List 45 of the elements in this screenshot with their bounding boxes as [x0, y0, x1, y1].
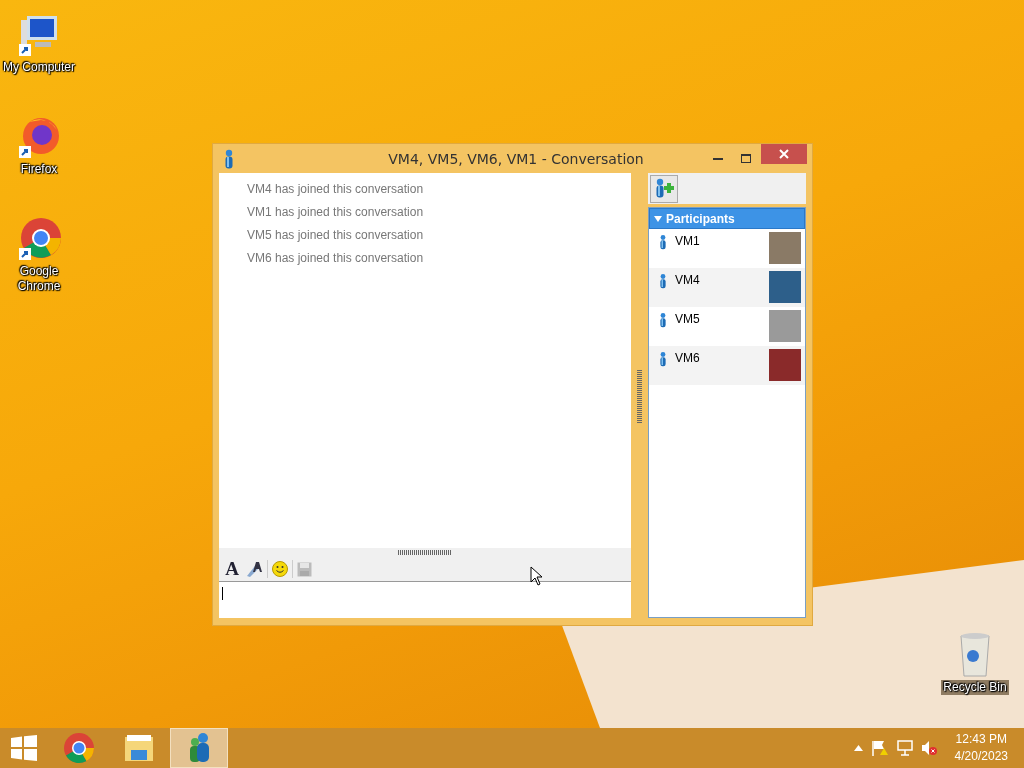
- system-message: VM5 has joined this conversation: [247, 228, 425, 243]
- speaker-muted-icon[interactable]: [920, 740, 937, 756]
- participants-header[interactable]: Participants: [649, 208, 805, 229]
- splitter-handle[interactable]: [398, 550, 452, 555]
- pen-icon[interactable]: [245, 560, 263, 578]
- smiley-icon[interactable]: [272, 561, 288, 577]
- close-button[interactable]: [761, 144, 807, 164]
- windows-logo-icon: [11, 735, 37, 761]
- participant-name: VM1: [675, 234, 701, 248]
- font-button[interactable]: A: [223, 559, 241, 579]
- desktop-icon-label[interactable]: Recycle Bin: [941, 680, 1009, 695]
- photo-placeholder: [769, 271, 801, 303]
- clock-time[interactable]: 12:43 PM: [955, 731, 1007, 748]
- window-title: VM4, VM5, VM6, VM1 - Conversation: [387, 150, 645, 167]
- person-icon: [657, 349, 669, 369]
- participant-name: VM4: [675, 273, 701, 287]
- participant-item[interactable]: VM6: [649, 346, 805, 385]
- system-message: VM4 has joined this conversation: [247, 182, 425, 197]
- mouse-cursor-icon: [530, 566, 543, 586]
- participant-item[interactable]: VM4: [649, 268, 805, 307]
- maximize-icon: [741, 153, 751, 164]
- participant-name: VM6: [675, 351, 701, 365]
- participant-item[interactable]: VM1: [649, 229, 805, 268]
- photo-placeholder: [769, 349, 801, 381]
- photo-placeholder: [769, 310, 801, 342]
- system-message: VM6 has joined this conversation: [247, 251, 425, 266]
- network-icon[interactable]: [896, 740, 913, 756]
- message-input-field[interactable]: [219, 582, 631, 618]
- clock-date[interactable]: 4/20/2023: [954, 748, 1008, 765]
- participants-heading: Participants: [666, 211, 735, 226]
- flag-warning-icon[interactable]: [870, 740, 889, 756]
- taskbar-app-button[interactable]: [170, 728, 228, 768]
- system-message: VM1 has joined this conversation: [247, 205, 425, 220]
- participant-name: VM5: [675, 312, 701, 326]
- folder-icon: [123, 732, 155, 764]
- participant-item[interactable]: VM5: [649, 307, 805, 346]
- chevron-up-icon[interactable]: [853, 745, 863, 751]
- minimize-icon: [713, 157, 723, 160]
- close-icon: [779, 149, 789, 159]
- person-icon: [657, 271, 669, 291]
- chrome-icon: [63, 732, 95, 764]
- add-participant-button[interactable]: [650, 174, 678, 203]
- photo-placeholder: [769, 232, 801, 264]
- person-icon: [657, 232, 669, 252]
- person-icon: [657, 310, 669, 330]
